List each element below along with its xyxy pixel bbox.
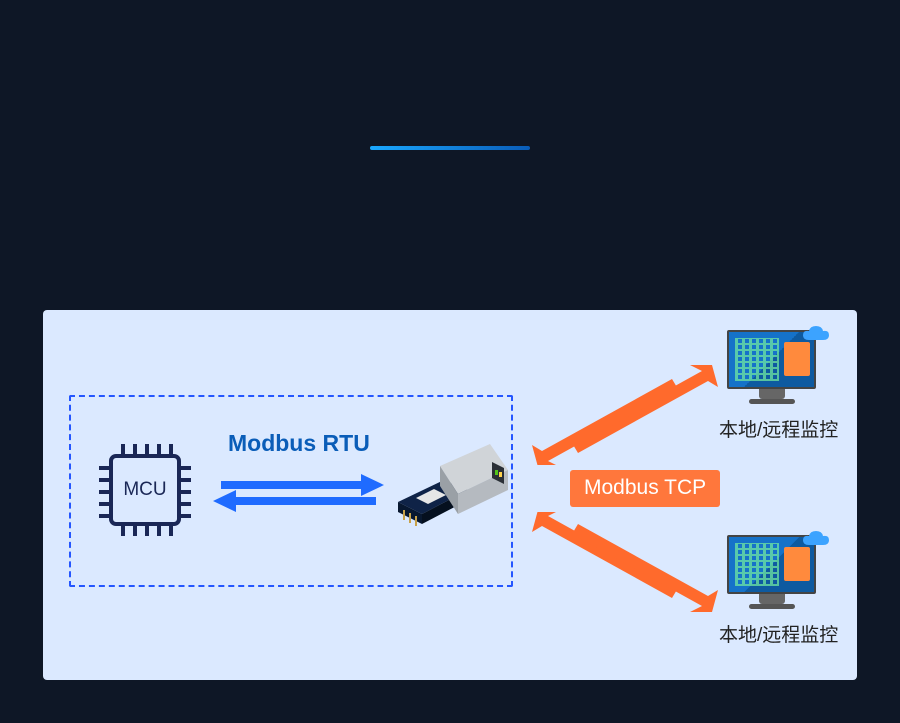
section-divider-bar xyxy=(370,146,530,150)
monitor-top xyxy=(727,330,817,404)
mcu-chip: MCU xyxy=(93,438,197,542)
tcp-protocol-badge: Modbus TCP xyxy=(570,470,720,507)
monitor-base xyxy=(749,399,795,404)
monitor-bottom xyxy=(727,535,817,609)
blue-bidirectional-arrows-icon xyxy=(211,470,386,516)
ethernet-module-icon xyxy=(396,440,511,540)
cloud-icon xyxy=(801,324,831,344)
monitor-bottom-label: 本地/远程监控 xyxy=(719,620,838,647)
orange-arrows-up-icon xyxy=(532,365,722,465)
monitor-base xyxy=(749,604,795,609)
monitor-stand xyxy=(759,389,785,399)
orange-arrows-down-icon xyxy=(532,512,722,612)
monitor-top-label: 本地/远程监控 xyxy=(719,415,838,442)
diagram-stage: MCU Modbus RTU xyxy=(0,0,900,723)
mcu-label: MCU xyxy=(93,438,197,542)
cloud-icon xyxy=(801,529,831,549)
monitor-stand xyxy=(759,594,785,604)
rtu-protocol-label: Modbus RTU xyxy=(228,430,370,457)
diagram-panel: MCU Modbus RTU xyxy=(43,310,857,680)
